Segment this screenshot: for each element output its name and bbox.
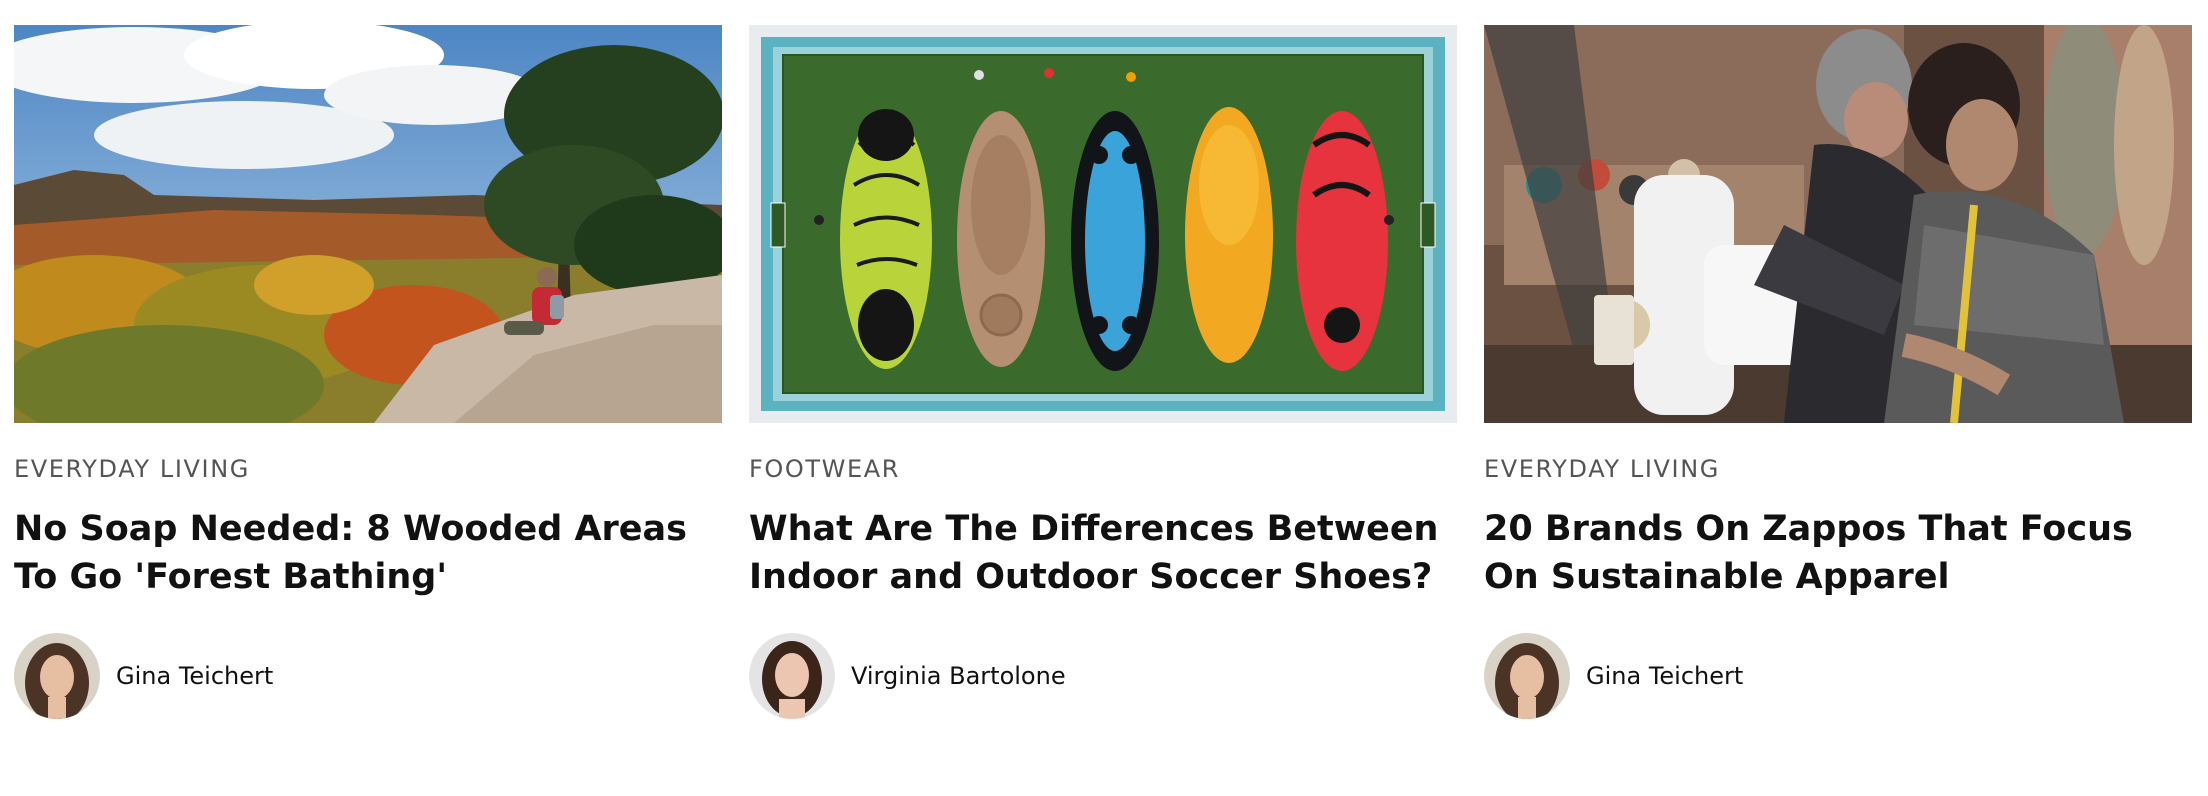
article-title[interactable]: No Soap Needed: 8 Wooded Areas To Go 'Fo… bbox=[14, 505, 722, 601]
forest-hiker-image bbox=[14, 25, 722, 423]
article-author: Gina Teichert bbox=[14, 633, 722, 719]
article-image-link[interactable] bbox=[749, 25, 1457, 423]
article-card: EVERYDAY LIVING No Soap Needed: 8 Wooded… bbox=[14, 25, 722, 719]
article-author: Virginia Bartolone bbox=[749, 633, 1457, 719]
author-name[interactable]: Gina Teichert bbox=[1586, 662, 1743, 690]
article-title[interactable]: What Are The Differences Between Indoor … bbox=[749, 505, 1457, 601]
article-category[interactable]: EVERYDAY LIVING bbox=[1484, 455, 2192, 483]
article-image-link[interactable] bbox=[1484, 25, 2192, 423]
article-image-link[interactable] bbox=[14, 25, 722, 423]
soccer-shoes-image bbox=[749, 25, 1457, 423]
article-author: Gina Teichert bbox=[1484, 633, 2192, 719]
author-avatar bbox=[749, 633, 835, 719]
author-name[interactable]: Gina Teichert bbox=[116, 662, 273, 690]
sewing-workshop-image bbox=[1484, 25, 2192, 423]
author-avatar bbox=[1484, 633, 1570, 719]
article-title[interactable]: 20 Brands On Zappos That Focus On Sustai… bbox=[1484, 505, 2192, 601]
author-avatar bbox=[14, 633, 100, 719]
article-category[interactable]: EVERYDAY LIVING bbox=[14, 455, 722, 483]
article-card: FOOTWEAR What Are The Differences Betwee… bbox=[749, 25, 1457, 719]
author-name[interactable]: Virginia Bartolone bbox=[851, 662, 1066, 690]
article-category[interactable]: FOOTWEAR bbox=[749, 455, 1457, 483]
article-grid: EVERYDAY LIVING No Soap Needed: 8 Wooded… bbox=[14, 25, 2192, 719]
article-card: EVERYDAY LIVING 20 Brands On Zappos That… bbox=[1484, 25, 2192, 719]
